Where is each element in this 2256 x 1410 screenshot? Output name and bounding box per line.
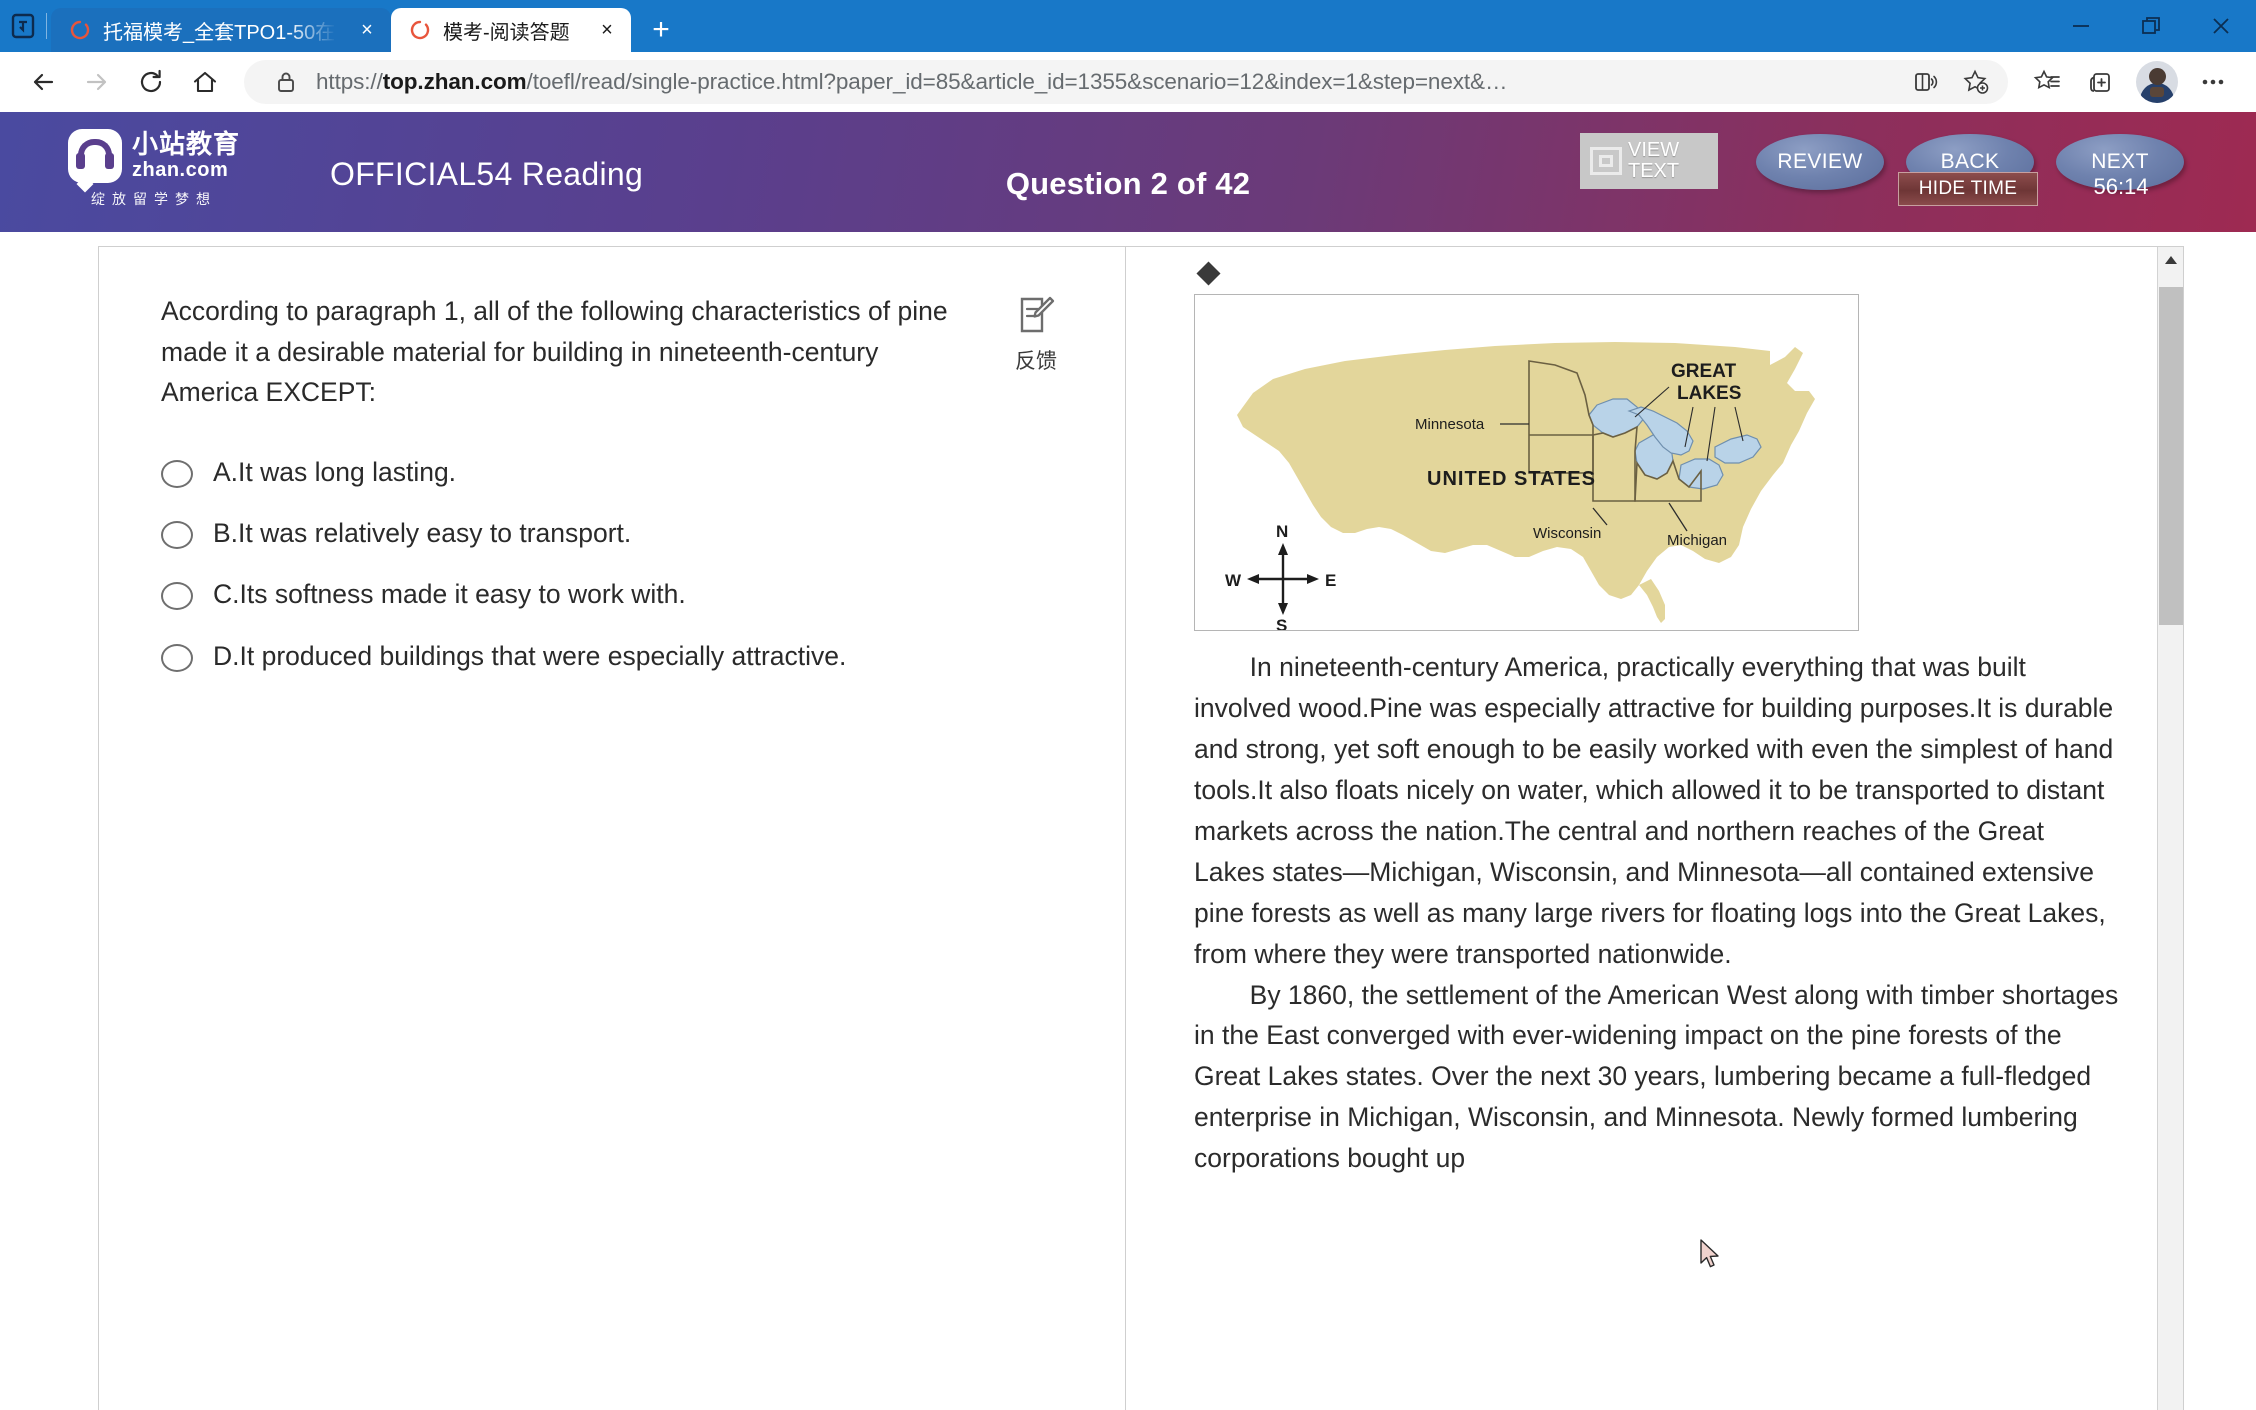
map-label-united-states: UNITED STATES: [1427, 468, 1596, 490]
window-controls: [2046, 0, 2256, 52]
edit-document-icon: [1017, 295, 1055, 335]
svg-text:E: E: [1325, 571, 1336, 590]
svg-text:S: S: [1276, 616, 1287, 630]
address-bar-url: https://top.zhan.com/toefl/read/single-p…: [316, 69, 1508, 94]
review-button[interactable]: REVIEW: [1756, 134, 1884, 190]
ellipsis-icon[interactable]: [2188, 58, 2238, 106]
view-text-label-line2: TEXT: [1628, 160, 1680, 182]
new-tab-button[interactable]: +: [639, 8, 683, 52]
back-arrow-icon[interactable]: [18, 58, 68, 106]
tab-close-button[interactable]: ×: [353, 16, 381, 44]
page-title: OFFICIAL54 Reading: [330, 156, 644, 192]
scroll-up-arrow-icon[interactable]: [2158, 247, 2183, 273]
tab-title: 托福模考_全套TPO1-50在线模拟: [103, 21, 341, 44]
feedback-label: 反馈: [1015, 350, 1057, 373]
browser-tab-1[interactable]: 托福模考_全套TPO1-50在线模拟 ×: [51, 8, 391, 52]
browser-titlebar: 托福模考_全套TPO1-50在线模拟 × 模考-阅读答题 × +: [0, 0, 2256, 52]
minimize-icon[interactable]: [2046, 0, 2116, 52]
radio-button[interactable]: [161, 459, 193, 488]
tab-title: 模考-阅读答题: [443, 21, 570, 44]
home-icon[interactable]: [180, 58, 230, 106]
address-bar[interactable]: https://top.zhan.com/toefl/read/single-p…: [244, 60, 2008, 104]
question-pane: According to paragraph 1, all of the fol…: [99, 247, 1126, 1410]
us-map-svg: Minnesota Wisconsin Michigan GREAT LAKES…: [1225, 342, 1815, 630]
answer-choices: A.It was long lasting. B.It was relative…: [161, 455, 1073, 674]
loading-spinner-icon: [409, 19, 431, 41]
add-favorite-icon[interactable]: [1956, 62, 1996, 102]
tab-close-button[interactable]: ×: [593, 16, 621, 44]
passage-paragraph-2: By 1860, the settlement of the American …: [1194, 979, 2119, 1174]
svg-text:LAKES: LAKES: [1677, 383, 1741, 404]
tab-search-icon[interactable]: [0, 0, 46, 52]
forward-arrow-icon: [72, 58, 122, 106]
restore-icon[interactable]: [2116, 0, 2186, 52]
passage-text: In nineteenth-century America, practical…: [1194, 647, 2121, 1179]
answer-option-label: C.Its softness made it easy to work with…: [213, 579, 686, 610]
question-prompt: According to paragraph 1, all of the fol…: [161, 296, 948, 408]
brand-name-en: zhan.com: [132, 158, 229, 181]
brand-name-cn: 小站教育: [132, 129, 241, 160]
answer-option-label: D.It produced buildings that were especi…: [213, 640, 847, 671]
brand-slogan: 绽放留学梦想: [91, 191, 217, 207]
us-map-figure: Minnesota Wisconsin Michigan GREAT LAKES…: [1194, 294, 1859, 631]
zhan-logo-icon: [68, 129, 122, 193]
answer-option-label: A.It was long lasting.: [213, 456, 457, 487]
passage-scroll-area: Minnesota Wisconsin Michigan GREAT LAKES…: [1126, 247, 2157, 1410]
diamond-marker: [1196, 261, 1221, 286]
browser-toolbar: https://top.zhan.com/toefl/read/single-p…: [0, 52, 2256, 112]
loading-spinner-icon: [69, 19, 91, 41]
answer-option-d[interactable]: D.It produced buildings that were especi…: [161, 639, 1073, 673]
avatar[interactable]: [2136, 61, 2178, 103]
map-label-michigan: Michigan: [1667, 532, 1727, 549]
svg-text:N: N: [1276, 522, 1288, 541]
reload-icon[interactable]: [126, 58, 176, 106]
view-text-button[interactable]: VIEW TEXT: [1580, 133, 1718, 189]
answer-option-b[interactable]: B.It was relatively easy to transport.: [161, 516, 1073, 550]
radio-button[interactable]: [161, 582, 193, 611]
read-aloud-icon[interactable]: [1906, 62, 1946, 102]
passage-scrollbar[interactable]: [2157, 247, 2183, 1410]
answer-option-c[interactable]: C.Its softness made it easy to work with…: [161, 577, 1073, 611]
passage-pane: Minnesota Wisconsin Michigan GREAT LAKES…: [1126, 247, 2183, 1410]
brand-logo[interactable]: 小站教育 zhan.com 绽放留学梦想: [68, 129, 240, 209]
scrollbar-thumb[interactable]: [2159, 287, 2183, 625]
app-header: 小站教育 zhan.com 绽放留学梦想 OFFICIAL54 Reading …: [0, 112, 2256, 232]
lock-icon: [266, 62, 306, 102]
radio-button[interactable]: [161, 643, 193, 672]
close-icon[interactable]: [2186, 0, 2256, 52]
svg-text:W: W: [1225, 571, 1242, 590]
browser-tab-2[interactable]: 模考-阅读答题 ×: [391, 8, 631, 52]
answer-option-label: B.It was relatively easy to transport.: [213, 518, 632, 549]
view-text-label-line1: VIEW: [1628, 139, 1680, 162]
view-text-icon: [1590, 147, 1622, 175]
radio-button[interactable]: [161, 521, 193, 550]
compass-rose: N S W E: [1225, 522, 1336, 630]
main-content: According to paragraph 1, all of the fol…: [0, 232, 2256, 1410]
map-label-great-lakes: GREAT: [1671, 361, 1736, 382]
collections-icon[interactable]: [2076, 58, 2126, 106]
hide-time-button[interactable]: HIDE TIME: [1898, 172, 2038, 206]
answer-option-a[interactable]: A.It was long lasting.: [161, 455, 1073, 489]
passage-paragraph-1: In nineteenth-century America, practical…: [1194, 652, 2114, 969]
favorites-list-icon[interactable]: [2022, 58, 2072, 106]
timer-display: 56:14: [2093, 174, 2149, 199]
feedback-button[interactable]: 反馈: [999, 295, 1073, 413]
map-label-minnesota: Minnesota: [1415, 416, 1485, 433]
map-label-wisconsin: Wisconsin: [1533, 525, 1601, 542]
tab-divider: [46, 13, 47, 39]
